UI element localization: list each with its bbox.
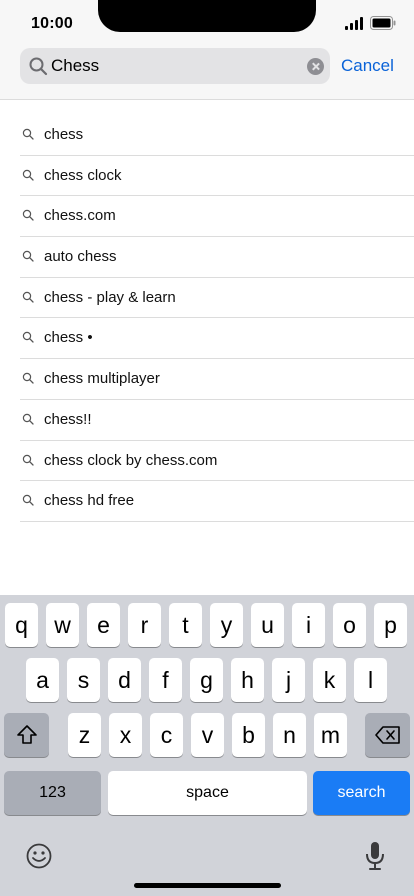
battery-icon [370, 16, 396, 30]
key-k[interactable]: k [313, 658, 346, 702]
key-f[interactable]: f [149, 658, 182, 702]
key-l[interactable]: l [354, 658, 387, 702]
search-header: 10:00 Chess Cancel [0, 0, 414, 100]
suggestion-label: chess.com [44, 207, 116, 225]
search-icon [22, 494, 34, 506]
suggestion-label: chess multiplayer [44, 370, 160, 388]
suggestion-label: chess!! [44, 410, 92, 428]
key-p[interactable]: p [374, 603, 407, 647]
suggestion-item[interactable]: chess - play & learn [20, 278, 414, 319]
suggestion-item[interactable]: chess multiplayer [20, 359, 414, 400]
key-m[interactable]: m [314, 713, 347, 757]
suggestion-item[interactable]: chess.com [20, 196, 414, 238]
backspace-icon [374, 726, 400, 744]
space-key[interactable]: space [108, 771, 307, 815]
key-h[interactable]: h [231, 658, 264, 702]
key-i[interactable]: i [292, 603, 325, 647]
suggestion-item[interactable]: chess hd free [20, 481, 414, 522]
key-s[interactable]: s [67, 658, 100, 702]
key-q[interactable]: q [5, 603, 38, 647]
suggestion-label: chess • [44, 329, 93, 347]
suggestion-item[interactable]: chess!! [20, 400, 414, 441]
key-e[interactable]: e [87, 603, 120, 647]
numbers-key[interactable]: 123 [4, 771, 101, 815]
status-time: 10:00 [31, 15, 73, 32]
backspace-key[interactable] [365, 713, 410, 757]
shift-icon [16, 725, 37, 744]
key-c[interactable]: c [150, 713, 183, 757]
key-u[interactable]: u [251, 603, 284, 647]
emoji-icon[interactable] [26, 843, 52, 869]
search-key[interactable]: search [313, 771, 410, 815]
suggestion-label: auto chess [44, 248, 117, 266]
suggestion-item[interactable]: chess clock by chess.com [20, 441, 414, 482]
search-icon [22, 291, 34, 303]
suggestion-label: chess - play & learn [44, 288, 176, 306]
key-a[interactable]: a [26, 658, 59, 702]
key-o[interactable]: o [333, 603, 366, 647]
microphone-icon[interactable] [365, 841, 385, 871]
key-x[interactable]: x [109, 713, 142, 757]
key-z[interactable]: z [68, 713, 101, 757]
key-b[interactable]: b [232, 713, 265, 757]
key-t[interactable]: t [169, 603, 202, 647]
key-g[interactable]: g [190, 658, 223, 702]
search-icon [22, 454, 34, 466]
suggestion-item[interactable]: chess clock [20, 156, 414, 197]
key-j[interactable]: j [272, 658, 305, 702]
search-icon [22, 250, 34, 262]
search-input-value: Chess [51, 56, 100, 75]
shift-key[interactable] [4, 713, 49, 757]
key-w[interactable]: w [46, 603, 79, 647]
status-bar: 10:00 [0, 0, 414, 44]
search-icon [22, 413, 34, 425]
suggestion-item[interactable]: chess • [20, 318, 414, 360]
signal-icon [345, 17, 365, 30]
search-icon [22, 128, 34, 140]
suggestion-list: chess chess clock chess.com auto chess chess… [0, 115, 414, 522]
key-r[interactable]: r [128, 603, 161, 647]
key-y[interactable]: y [210, 603, 243, 647]
suggestion-item[interactable]: auto chess [20, 237, 414, 278]
home-indicator [134, 883, 281, 888]
keyboard: 123 space search qwertyuiop asdfghjkl zxcv… [0, 595, 414, 896]
search-icon [29, 57, 48, 76]
suggestion-label: chess [44, 126, 84, 143]
search-icon [22, 372, 34, 384]
search-icon [22, 332, 34, 344]
suggestion-item[interactable]: chess [20, 115, 414, 156]
search-input[interactable]: Chess [20, 48, 330, 84]
cancel-button[interactable]: Cancel [341, 56, 394, 76]
search-icon [22, 169, 34, 181]
key-n[interactable]: n [273, 713, 306, 757]
key-d[interactable]: d [108, 658, 141, 702]
clear-icon[interactable] [307, 58, 324, 75]
key-v[interactable]: v [191, 713, 224, 757]
notch [98, 0, 316, 32]
suggestion-label: chess clock [44, 166, 122, 184]
suggestion-label: chess hd free [44, 492, 135, 510]
suggestion-label: chess clock by chess.com [44, 451, 218, 469]
search-icon [22, 210, 34, 222]
